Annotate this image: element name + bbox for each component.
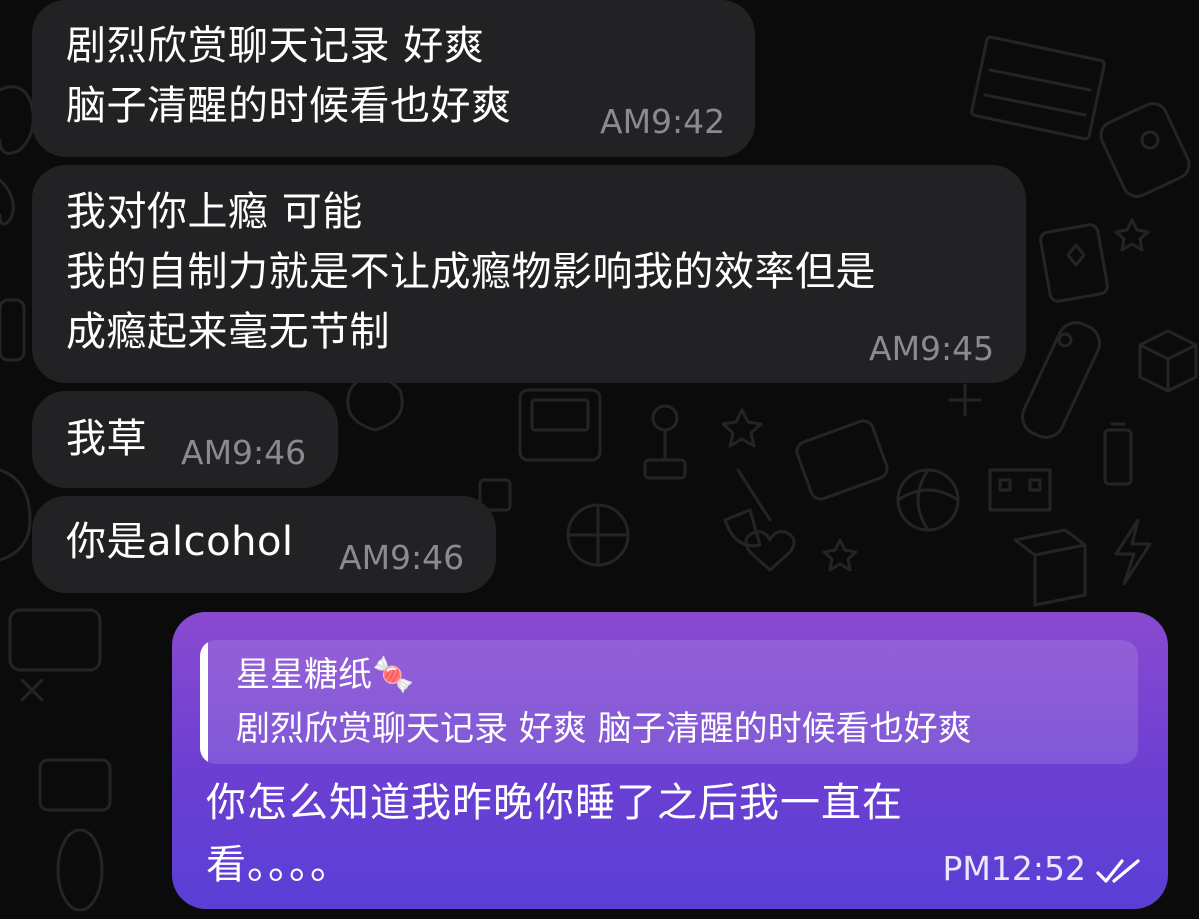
reply-preview[interactable]: 星星糖纸🍬 剧烈欣赏聊天记录 好爽 脑子清醒的时候看也好爽 [200, 640, 1138, 764]
message-text: 我草 [66, 416, 147, 462]
reply-quoted-text: 剧烈欣赏聊天记录 好爽 脑子清醒的时候看也好爽 [236, 709, 972, 749]
message-text: 我对你上瘾 可能 我的自制力就是不让成瘾物影响我的效率但是 成瘾起来毫无节制 [66, 189, 876, 355]
incoming-message-4[interactable]: 你是alcohol AM9:46 [32, 496, 496, 593]
incoming-message-1[interactable]: 剧烈欣赏聊天记录 好爽 脑子清醒的时候看也好爽 AM9:42 [32, 0, 755, 157]
message-text: 剧烈欣赏聊天记录 好爽 脑子清醒的时候看也好爽 [66, 23, 512, 129]
incoming-message-2[interactable]: 我对你上瘾 可能 我的自制力就是不让成瘾物影响我的效率但是 成瘾起来毫无节制 A… [32, 165, 1026, 383]
message-timestamp: AM9:42 [600, 102, 726, 141]
message-text: 你怎么知道我昨晚你睡了之后我一直在 看。。。。 [206, 780, 903, 888]
double-check-icon [1096, 859, 1140, 883]
message-text: 你是alcohol [66, 519, 294, 565]
reply-sender-name: 星星糖纸🍬 [236, 655, 415, 695]
message-timestamp: PM12:52 [942, 849, 1086, 888]
message-timestamp: AM9:46 [339, 538, 465, 577]
outgoing-message[interactable]: 星星糖纸🍬 剧烈欣赏聊天记录 好爽 脑子清醒的时候看也好爽 你怎么知道我昨晚你睡… [172, 612, 1168, 909]
press-start-doodle [970, 35, 1106, 141]
reply-accent-bar [200, 640, 208, 764]
incoming-message-3[interactable]: 我草 AM9:46 [32, 391, 338, 488]
message-timestamp: AM9:45 [869, 329, 995, 368]
message-timestamp: AM9:46 [181, 433, 307, 472]
